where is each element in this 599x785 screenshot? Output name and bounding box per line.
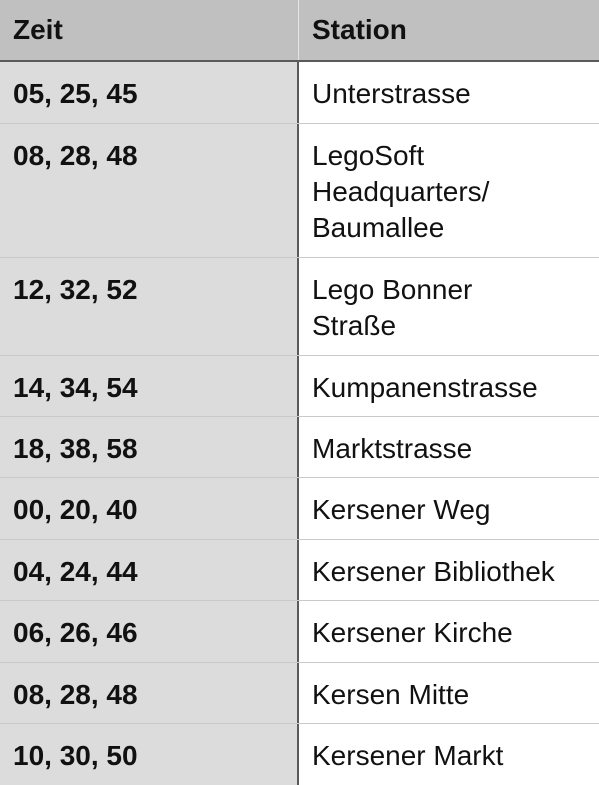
station-cell: Lego Bonner Straße (299, 258, 599, 355)
table-row: 04, 24, 44 Kersener Bibliothek (0, 540, 599, 601)
zeit-cell: 10, 30, 50 (0, 724, 299, 785)
table-row: 00, 20, 40 Kersener Weg (0, 478, 599, 540)
zeit-cell: 08, 28, 48 (0, 663, 299, 723)
zeit-cell: 18, 38, 58 (0, 417, 299, 477)
zeit-cell: 00, 20, 40 (0, 478, 299, 539)
zeit-cell: 04, 24, 44 (0, 540, 299, 600)
timetable: Zeit Station 05, 25, 45 Unterstrasse 08,… (0, 0, 599, 785)
station-cell: Marktstrasse (299, 417, 599, 477)
zeit-cell: 12, 32, 52 (0, 258, 299, 355)
zeit-cell: 06, 26, 46 (0, 601, 299, 662)
table-row: 08, 28, 48 LegoSoft Headquarters/ Baumal… (0, 124, 599, 258)
header-station: Station (299, 0, 599, 60)
station-cell: Kumpanenstrasse (299, 356, 599, 416)
table-row: 10, 30, 50 Kersener Markt (0, 724, 599, 785)
table-row: 18, 38, 58 Marktstrasse (0, 417, 599, 478)
table-row: 14, 34, 54 Kumpanenstrasse (0, 356, 599, 417)
station-cell: Kersener Kirche (299, 601, 599, 662)
zeit-cell: 05, 25, 45 (0, 62, 299, 123)
table-row: 08, 28, 48 Kersen Mitte (0, 663, 599, 724)
table-row: 06, 26, 46 Kersener Kirche (0, 601, 599, 663)
table-header-row: Zeit Station (0, 0, 599, 62)
station-cell: Kersener Bibliothek (299, 540, 599, 600)
station-cell: Kersener Markt (299, 724, 599, 785)
station-cell: Unterstrasse (299, 62, 599, 123)
table-row: 05, 25, 45 Unterstrasse (0, 62, 599, 124)
station-cell: Kersen Mitte (299, 663, 599, 723)
zeit-cell: 14, 34, 54 (0, 356, 299, 416)
header-zeit: Zeit (0, 0, 299, 60)
station-cell: LegoSoft Headquarters/ Baumallee (299, 124, 599, 257)
table-row: 12, 32, 52 Lego Bonner Straße (0, 258, 599, 356)
zeit-cell: 08, 28, 48 (0, 124, 299, 257)
station-cell: Kersener Weg (299, 478, 599, 539)
